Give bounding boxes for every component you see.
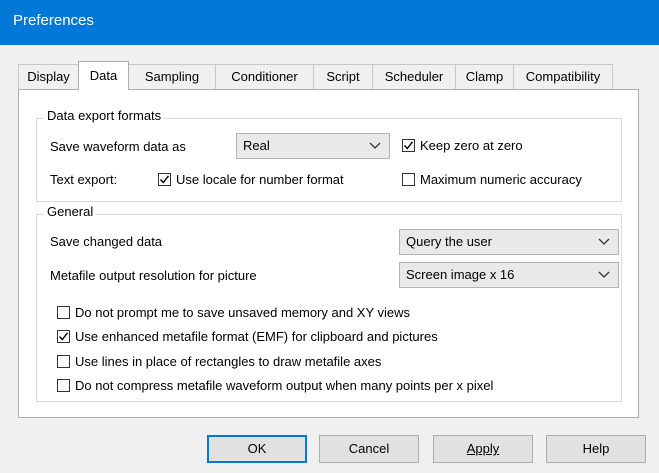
save-waveform-select[interactable]: Real [236, 133, 390, 159]
option-no-compress-label[interactable]: Do not compress metafile waveform output… [75, 378, 493, 394]
data-tab-panel: Data export formats Save waveform data a… [18, 89, 639, 418]
keep-zero-label[interactable]: Keep zero at zero [420, 138, 523, 154]
window-title: Preferences [13, 12, 94, 29]
tab-clamp[interactable]: Clamp [455, 64, 514, 89]
chevron-down-icon [598, 271, 610, 278]
metafile-res-select[interactable]: Screen image x 16 [399, 262, 619, 288]
general-group-title: General [44, 204, 97, 220]
ok-button[interactable]: OK [207, 435, 307, 463]
data-export-group [36, 118, 622, 202]
text-export-label: Text export: [50, 172, 118, 187]
use-locale-checkbox[interactable] [158, 173, 171, 186]
tab-compatibility[interactable]: Compatibility [513, 64, 613, 89]
option-emf-checkbox[interactable] [57, 330, 70, 343]
option-no-prompt-checkbox[interactable] [57, 306, 70, 319]
save-changed-label: Save changed data [50, 234, 163, 249]
save-changed-select[interactable]: Query the user [399, 229, 619, 255]
option-lines-checkbox[interactable] [57, 355, 70, 368]
max-accuracy-label[interactable]: Maximum numeric accuracy [420, 172, 582, 188]
apply-button[interactable]: Apply [433, 435, 533, 463]
keep-zero-checkbox[interactable] [402, 139, 415, 152]
max-accuracy-checkbox[interactable] [402, 173, 415, 186]
option-lines-label[interactable]: Use lines in place of rectangles to draw… [75, 354, 381, 370]
option-no-compress-checkbox[interactable] [57, 379, 70, 392]
tab-sampling[interactable]: Sampling [128, 64, 216, 89]
data-export-group-title: Data export formats [44, 108, 165, 124]
use-locale-label[interactable]: Use locale for number format [176, 172, 344, 188]
tab-scheduler[interactable]: Scheduler [372, 64, 456, 89]
apply-button-label: Apply [466, 441, 500, 456]
tab-data[interactable]: Data [78, 61, 129, 90]
help-button[interactable]: Help [546, 435, 646, 463]
tab-conditioner[interactable]: Conditioner [215, 64, 314, 89]
tab-display[interactable]: Display [18, 64, 79, 89]
metafile-res-value: Screen image x 16 [406, 267, 515, 282]
chevron-down-icon [598, 238, 610, 245]
cancel-button[interactable]: Cancel [319, 435, 419, 463]
option-emf-label[interactable]: Use enhanced metafile format (EMF) for c… [75, 329, 438, 345]
checkmark-icon [58, 332, 69, 341]
title-bar[interactable]: Preferences [0, 0, 659, 45]
save-waveform-value: Real [243, 138, 270, 153]
metafile-res-label: Metafile output resolution for picture [50, 268, 257, 283]
tab-script[interactable]: Script [313, 64, 373, 89]
chevron-down-icon [369, 142, 381, 149]
option-no-prompt-label[interactable]: Do not prompt me to save unsaved memory … [75, 305, 410, 321]
save-changed-value: Query the user [406, 234, 492, 249]
checkmark-icon [159, 175, 170, 184]
save-waveform-label: Save waveform data as [50, 139, 186, 154]
checkmark-icon [403, 141, 414, 150]
